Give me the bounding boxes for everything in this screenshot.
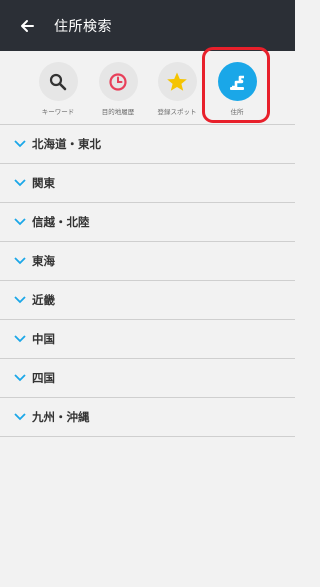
clock-icon <box>109 72 127 91</box>
search-mode-bar: キーワード 目的地履歴 登録スポット 住所 <box>0 47 295 124</box>
chevron-down-icon <box>14 334 28 344</box>
back-button[interactable] <box>0 0 54 51</box>
region-item-shinetsu-hokuriku[interactable]: 信越・北陸 <box>0 203 295 242</box>
chevron-down-icon <box>14 217 28 227</box>
region-item-chugoku[interactable]: 中国 <box>0 320 295 359</box>
region-item-kanto[interactable]: 関東 <box>0 164 295 203</box>
mode-history-circle <box>98 62 138 101</box>
region-label: 東海 <box>32 254 55 268</box>
chevron-down-icon <box>14 373 28 383</box>
chevron-down-icon <box>14 139 28 149</box>
mode-keyword[interactable]: キーワード <box>28 62 88 116</box>
mode-keyword-circle <box>38 62 78 101</box>
mode-history[interactable]: 目的地履歴 <box>88 62 148 116</box>
region-label: 北海道・東北 <box>32 137 101 151</box>
region-item-kinki[interactable]: 近畿 <box>0 281 295 320</box>
region-item-kyushu-okinawa[interactable]: 九州・沖縄 <box>0 398 295 437</box>
region-label: 中国 <box>32 332 55 346</box>
back-arrow-icon <box>21 19 34 32</box>
mode-keyword-label: キーワード <box>41 108 75 116</box>
chevron-down-icon <box>14 412 28 422</box>
mode-saved-spot-circle <box>157 62 197 101</box>
star-icon <box>167 72 187 91</box>
region-item-shikoku[interactable]: 四国 <box>0 359 295 398</box>
region-label: 四国 <box>32 371 55 385</box>
chevron-down-icon <box>14 178 28 188</box>
mode-saved-spot-label: 登録スポット <box>157 108 197 116</box>
region-label: 関東 <box>32 176 55 190</box>
app-bar: 住所検索 <box>0 0 295 51</box>
region-label: 近畿 <box>32 293 55 307</box>
region-label: 信越・北陸 <box>32 215 90 229</box>
chevron-down-icon <box>14 295 28 305</box>
region-label: 九州・沖縄 <box>32 410 90 424</box>
region-item-hokkaido-tohoku[interactable]: 北海道・東北 <box>0 125 295 164</box>
page-title: 住所検索 <box>54 18 112 35</box>
mode-saved-spot[interactable]: 登録スポット <box>147 62 207 116</box>
mode-history-label: 目的地履歴 <box>101 108 135 116</box>
region-item-tokai[interactable]: 東海 <box>0 242 295 281</box>
chevron-down-icon <box>14 256 28 266</box>
search-icon <box>49 73 67 90</box>
region-list: 北海道・東北 関東 信越・北陸 東海 近畿 中国 四国 九州・沖縄 <box>0 124 295 437</box>
highlight-annotation <box>202 47 270 123</box>
